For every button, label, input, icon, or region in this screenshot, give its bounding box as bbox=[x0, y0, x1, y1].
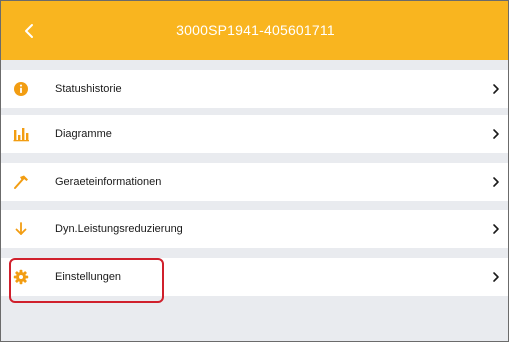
highlight-box bbox=[9, 258, 164, 303]
top-bar: 3000SP1941-405601711 bbox=[1, 1, 508, 60]
hammer-icon bbox=[14, 175, 28, 189]
menu-item-diagramme[interactable]: Diagramme bbox=[1, 115, 508, 153]
chevron-right-icon bbox=[493, 129, 499, 139]
menu-item-geraeteinformationen[interactable]: Geraeteinformationen bbox=[1, 163, 508, 201]
menu-item-dyn-leistungsreduzierung[interactable]: Dyn.Leistungsreduzierung bbox=[1, 210, 508, 248]
menu-item-statushistorie[interactable]: Statushistorie bbox=[1, 70, 508, 108]
chevron-right-icon bbox=[493, 272, 499, 282]
chevron-right-icon bbox=[493, 84, 499, 94]
menu-item-label: Dyn.Leistungsreduzierung bbox=[55, 223, 183, 235]
page-title: 3000SP1941-405601711 bbox=[176, 22, 335, 38]
menu-item-label: Geraeteinformationen bbox=[55, 176, 162, 188]
menu-item-label: Diagramme bbox=[55, 128, 112, 140]
bar-chart-icon bbox=[13, 128, 29, 142]
chevron-right-icon bbox=[493, 224, 499, 234]
app-frame: 3000SP1941-405601711 Statushistorie Diag… bbox=[0, 0, 509, 342]
chevron-right-icon bbox=[493, 177, 499, 187]
menu-item-label: Statushistorie bbox=[55, 83, 122, 95]
arrow-down-icon bbox=[15, 222, 27, 235]
info-circle-icon bbox=[14, 82, 28, 96]
